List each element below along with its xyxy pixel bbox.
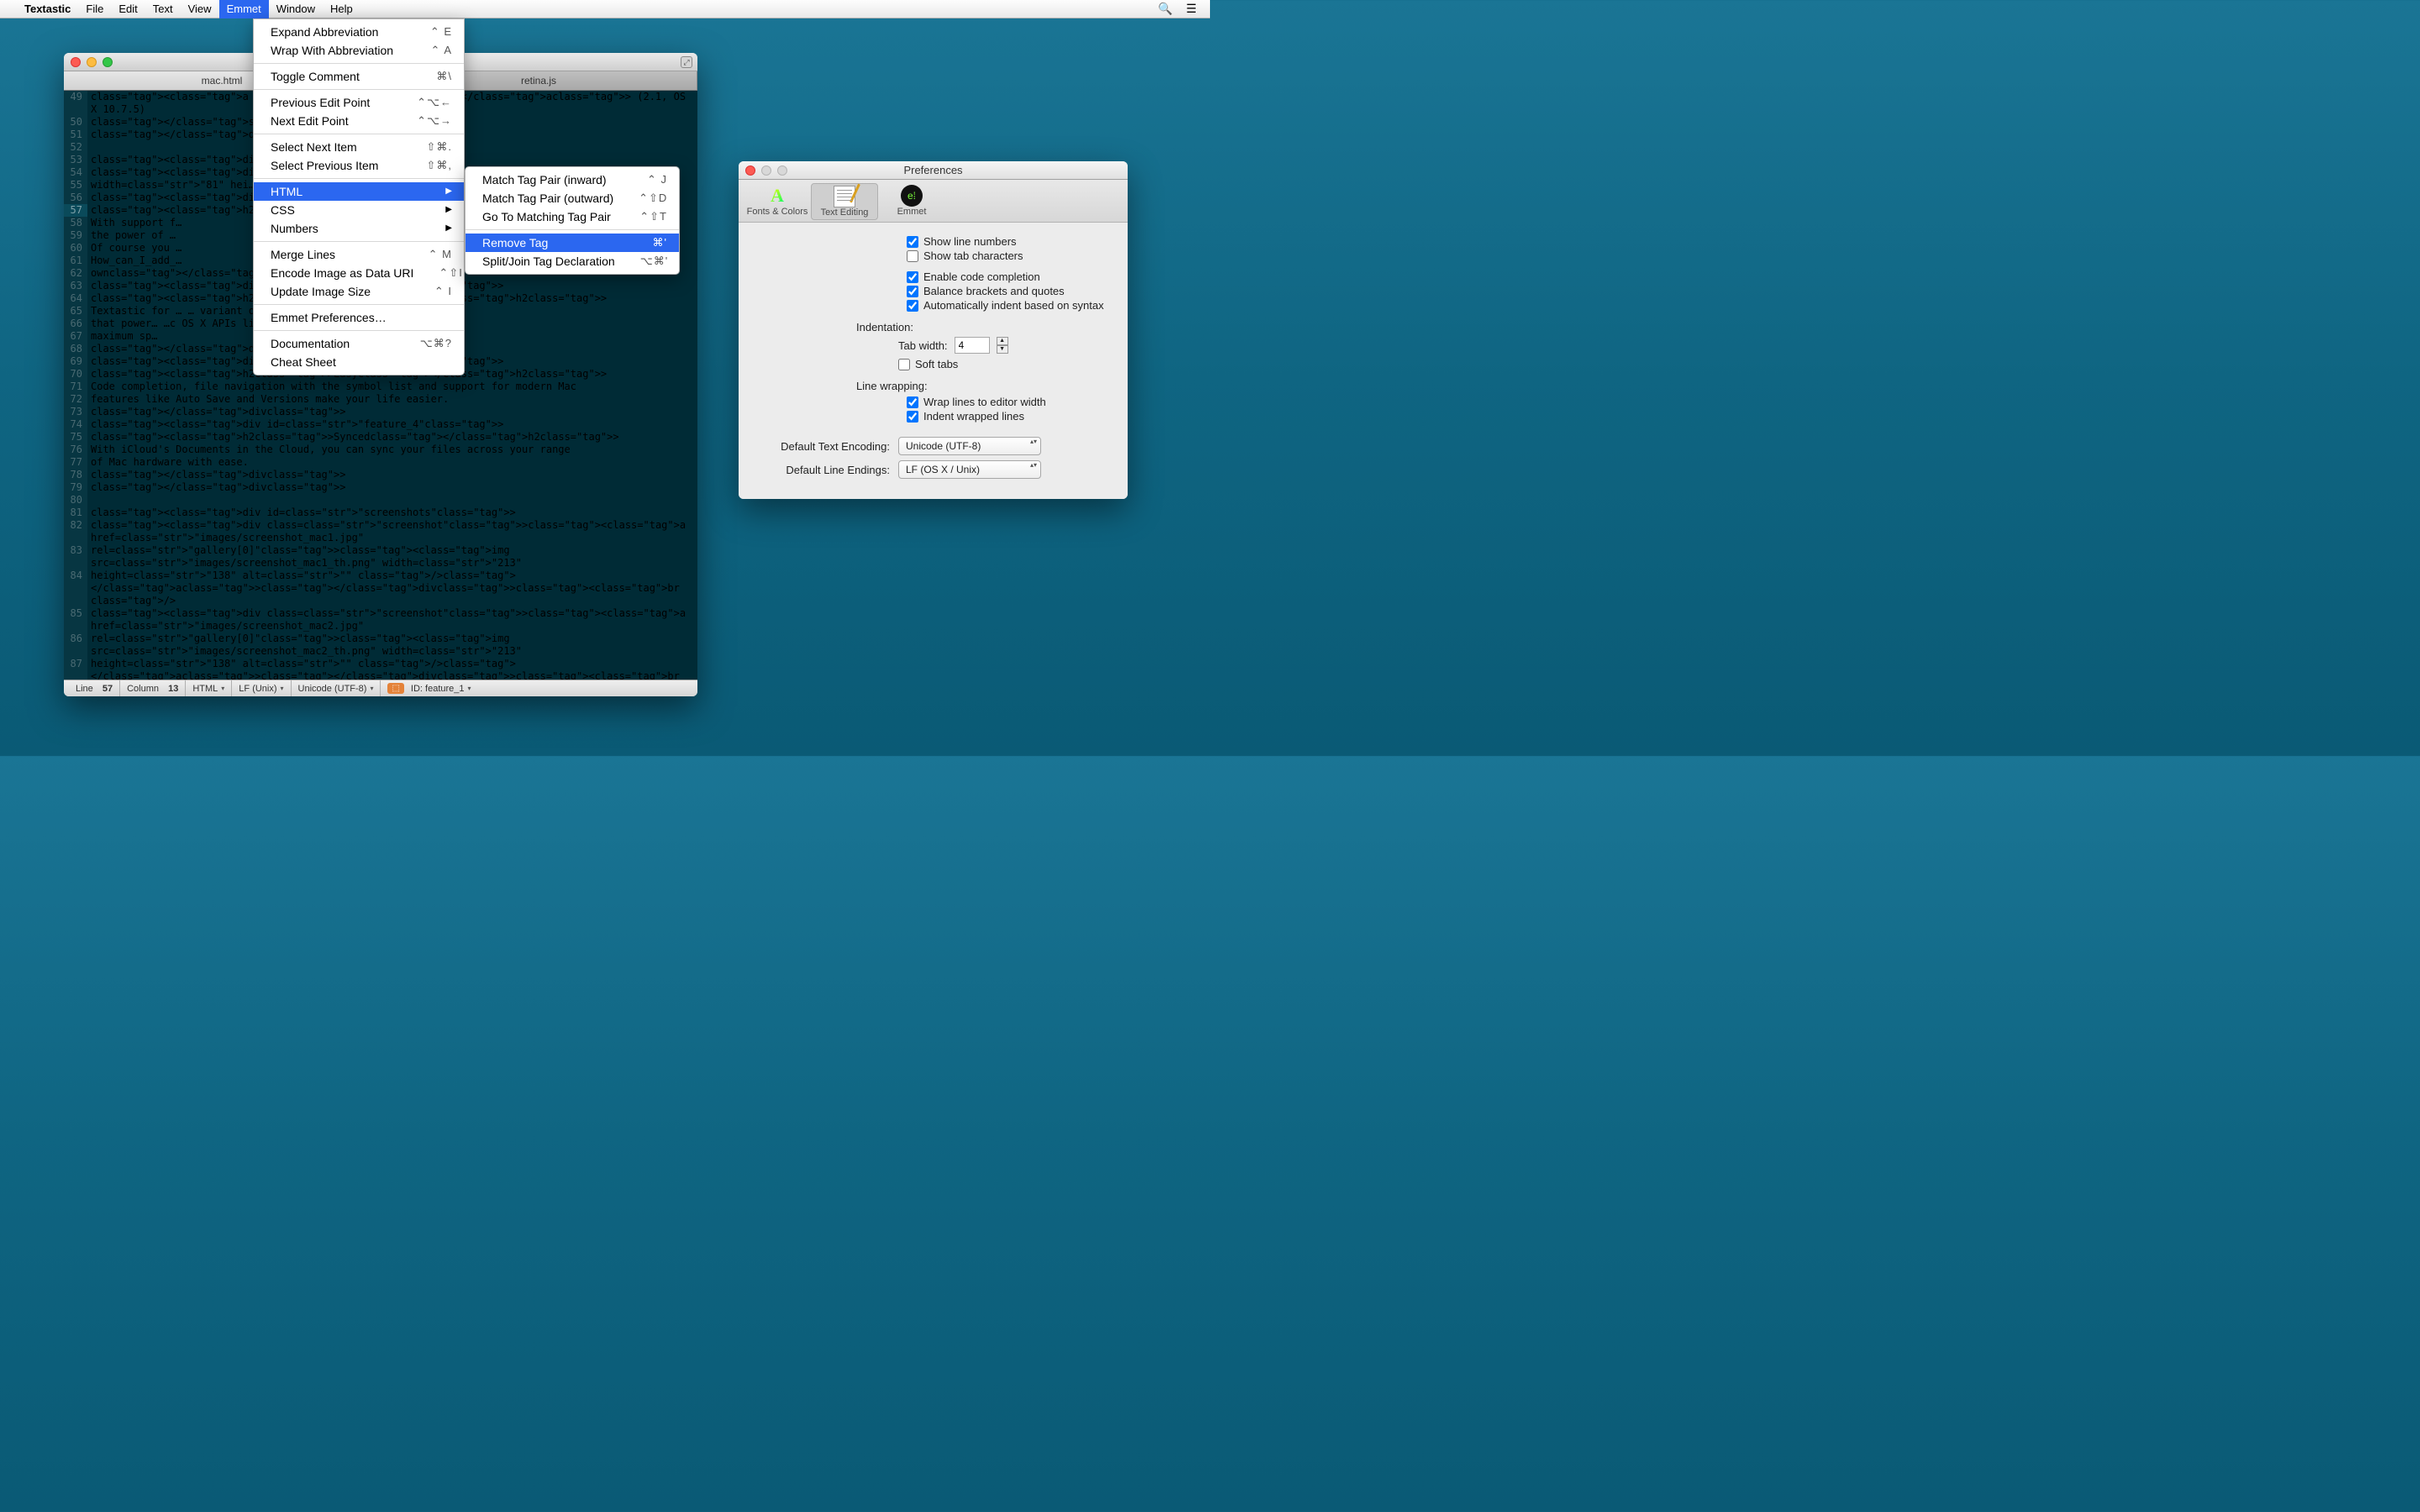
notification-center-icon[interactable]: ☰ (1179, 2, 1203, 16)
prefs-tab-text-editing[interactable]: Text Editing (811, 183, 878, 220)
line-wrapping-label: Line wrapping: (755, 380, 1111, 392)
text-menu[interactable]: Text (145, 0, 181, 18)
spotlight-icon[interactable]: 🔍 (1151, 2, 1179, 16)
symbol-tag-icon: ⬚ (387, 683, 403, 694)
emmet-logo-icon: e⁞ (901, 185, 923, 207)
help-menu[interactable]: Help (323, 0, 360, 18)
emmet-menu-item-22[interactable]: Cheat Sheet (254, 353, 464, 371)
fonts-colors-icon: A (744, 185, 811, 207)
endings-select[interactable]: LF (OS X / Unix) (898, 460, 1041, 479)
check-soft-tabs[interactable]: Soft tabs (755, 357, 1111, 371)
edit-menu[interactable]: Edit (111, 0, 145, 18)
tab-width-stepper[interactable]: ▲▼ (997, 337, 1008, 354)
endings-label: Default Line Endings: (755, 464, 898, 476)
check-code-completion[interactable]: Enable code completion (755, 270, 1111, 284)
indentation-label: Indentation: (755, 321, 1111, 333)
mac-menubar: Textastic File Edit Text View Emmet Wind… (0, 0, 1210, 18)
prefs-titlebar[interactable]: Preferences (739, 161, 1128, 180)
emmet-menu-item-1[interactable]: Wrap With Abbreviation⌃ A (254, 41, 464, 60)
emmet-menu-item-21[interactable]: Documentation⌥⌘? (254, 334, 464, 353)
status-symbol[interactable]: ⬚ ID: feature_1 (381, 680, 477, 696)
status-language[interactable]: HTML (186, 680, 232, 696)
status-bar: Line 57 Column 13 HTML LF (Unix) Unicode… (64, 680, 697, 696)
emmet-menu-item-12[interactable]: CSS▶ (254, 201, 464, 219)
emmet-menu-item-17[interactable]: Update Image Size⌃ I (254, 282, 464, 301)
html-submenu-item-2[interactable]: Go To Matching Tag Pair⌃⇧T (466, 207, 679, 226)
emmet-menu-item-19[interactable]: Emmet Preferences… (254, 308, 464, 327)
prefs-tab-emmet[interactable]: e⁞ Emmet (878, 183, 945, 220)
status-column[interactable]: Column 13 (120, 680, 186, 696)
tab-width-field[interactable] (955, 337, 990, 354)
check-balance-brackets[interactable]: Balance brackets and quotes (755, 284, 1111, 298)
emmet-menu[interactable]: Emmet (219, 0, 269, 18)
text-editing-icon (834, 186, 855, 207)
prefs-tab-fonts[interactable]: A Fonts & Colors (744, 183, 811, 220)
emmet-menu-item-11[interactable]: HTML▶ (254, 182, 464, 201)
preferences-window: Preferences A Fonts & Colors Text Editin… (739, 161, 1128, 499)
fullscreen-button[interactable]: ⤢ (681, 56, 692, 68)
check-auto-indent[interactable]: Automatically indent based on syntax (755, 298, 1111, 312)
html-submenu-item-0[interactable]: Match Tag Pair (inward)⌃ J (466, 171, 679, 189)
emmet-menu-item-8[interactable]: Select Next Item⇧⌘. (254, 138, 464, 156)
check-indent-wrapped[interactable]: Indent wrapped lines (755, 409, 1111, 423)
check-show-line-numbers[interactable]: Show line numbers (755, 234, 1111, 249)
check-wrap-lines[interactable]: Wrap lines to editor width (755, 395, 1111, 409)
tab-width-label: Tab width: (898, 339, 948, 352)
window-menu[interactable]: Window (269, 0, 323, 18)
emmet-dropdown: Expand Abbreviation⌃ EWrap With Abbrevia… (253, 18, 465, 375)
emmet-html-submenu: Match Tag Pair (inward)⌃ JMatch Tag Pair… (465, 166, 680, 275)
status-line[interactable]: Line 57 (69, 680, 120, 696)
emmet-menu-item-9[interactable]: Select Previous Item⇧⌘, (254, 156, 464, 175)
emmet-menu-item-5[interactable]: Previous Edit Point⌃⌥← (254, 93, 464, 112)
encoding-label: Default Text Encoding: (755, 440, 898, 453)
emmet-menu-item-3[interactable]: Toggle Comment⌘\ (254, 67, 464, 86)
app-menu[interactable]: Textastic (17, 0, 78, 18)
emmet-menu-item-16[interactable]: Encode Image as Data URI⌃⇧I (254, 264, 464, 282)
view-menu[interactable]: View (181, 0, 219, 18)
status-encoding[interactable]: Unicode (UTF-8) (292, 680, 381, 696)
html-submenu-item-1[interactable]: Match Tag Pair (outward)⌃⇧D (466, 189, 679, 207)
prefs-body: Show line numbers Show tab characters En… (739, 223, 1128, 499)
emmet-menu-item-0[interactable]: Expand Abbreviation⌃ E (254, 23, 464, 41)
status-line-endings[interactable]: LF (Unix) (232, 680, 291, 696)
emmet-menu-item-15[interactable]: Merge Lines⌃ M (254, 245, 464, 264)
html-submenu-item-5[interactable]: Split/Join Tag Declaration⌥⌘' (466, 252, 679, 270)
encoding-select[interactable]: Unicode (UTF-8) (898, 437, 1041, 455)
file-menu[interactable]: File (78, 0, 111, 18)
prefs-toolbar: A Fonts & Colors Text Editing e⁞ Emmet (739, 180, 1128, 223)
emmet-menu-item-13[interactable]: Numbers▶ (254, 219, 464, 238)
check-show-tab-characters[interactable]: Show tab characters (755, 249, 1111, 263)
html-submenu-item-4[interactable]: Remove Tag⌘' (466, 234, 679, 252)
emmet-menu-item-6[interactable]: Next Edit Point⌃⌥→ (254, 112, 464, 130)
prefs-title: Preferences (739, 164, 1128, 176)
